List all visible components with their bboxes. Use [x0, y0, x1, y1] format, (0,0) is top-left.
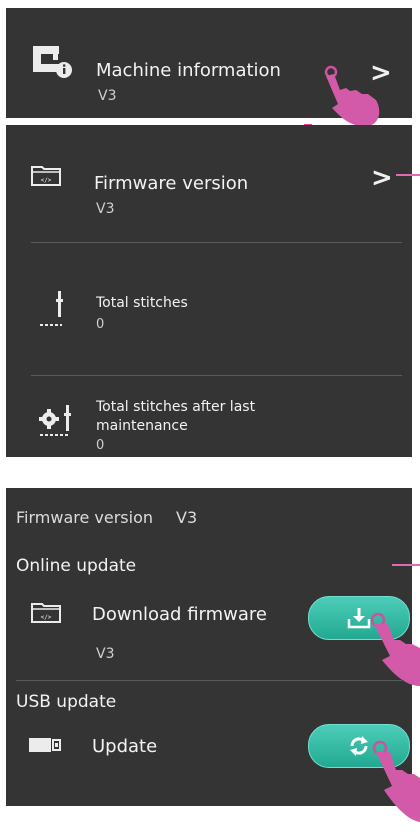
machine-details-panel: </> Firmware version V3 > Total stitches… [6, 125, 412, 457]
machine-info-panel: Machine information V3 > [6, 8, 412, 127]
firmware-header-title: Firmware version [16, 508, 154, 527]
usb-update-label: Update [92, 736, 158, 757]
after-maintenance-title-line2: maintenance [96, 418, 188, 434]
divider [16, 680, 402, 681]
needle-stitch-icon [40, 291, 63, 326]
hand-pointer-icon [324, 65, 380, 127]
machine-info-value: V3 [98, 88, 117, 104]
gear-needle-icon [39, 405, 71, 436]
firmware-header-value: V3 [176, 508, 198, 527]
hand-pointer-icon [372, 740, 420, 822]
firmware-version-value: V3 [96, 201, 115, 217]
total-stitches-value: 0 [96, 317, 105, 332]
hand-pointer-icon [370, 612, 420, 686]
download-firmware-label: Download firmware [92, 604, 267, 625]
firmware-update-panel: Firmware version V3 Online update </> Do… [6, 488, 412, 806]
firmware-version-title: Firmware version [94, 173, 249, 194]
stitches-after-maintenance-row: Total stitches after last maintenance 0 [6, 377, 412, 457]
usb-update-heading: USB update [16, 692, 117, 712]
after-maintenance-title-line1: Total stitches after last [96, 399, 256, 415]
machine-info-title: Machine information [96, 60, 281, 81]
svg-text:</>: </> [41, 614, 52, 621]
total-stitches-title: Total stitches [96, 295, 188, 311]
sewing-machine-info-icon [33, 46, 72, 78]
chevron-right-icon[interactable]: > [371, 163, 393, 193]
svg-text:</>: </> [41, 177, 52, 184]
callout-line [396, 174, 420, 176]
refresh-icon [350, 736, 368, 756]
firmware-version-row[interactable]: </> Firmware version V3 > [6, 125, 412, 240]
total-stitches-row: Total stitches 0 [6, 243, 412, 373]
callout-line [392, 564, 420, 566]
after-maintenance-value: 0 [96, 438, 105, 453]
divider [31, 375, 402, 376]
firmware-folder-icon: </> [31, 603, 61, 623]
online-update-heading: Online update [16, 556, 137, 576]
download-firmware-version: V3 [96, 646, 115, 662]
firmware-folder-icon: </> [31, 166, 61, 186]
usb-drive-icon [29, 738, 61, 752]
